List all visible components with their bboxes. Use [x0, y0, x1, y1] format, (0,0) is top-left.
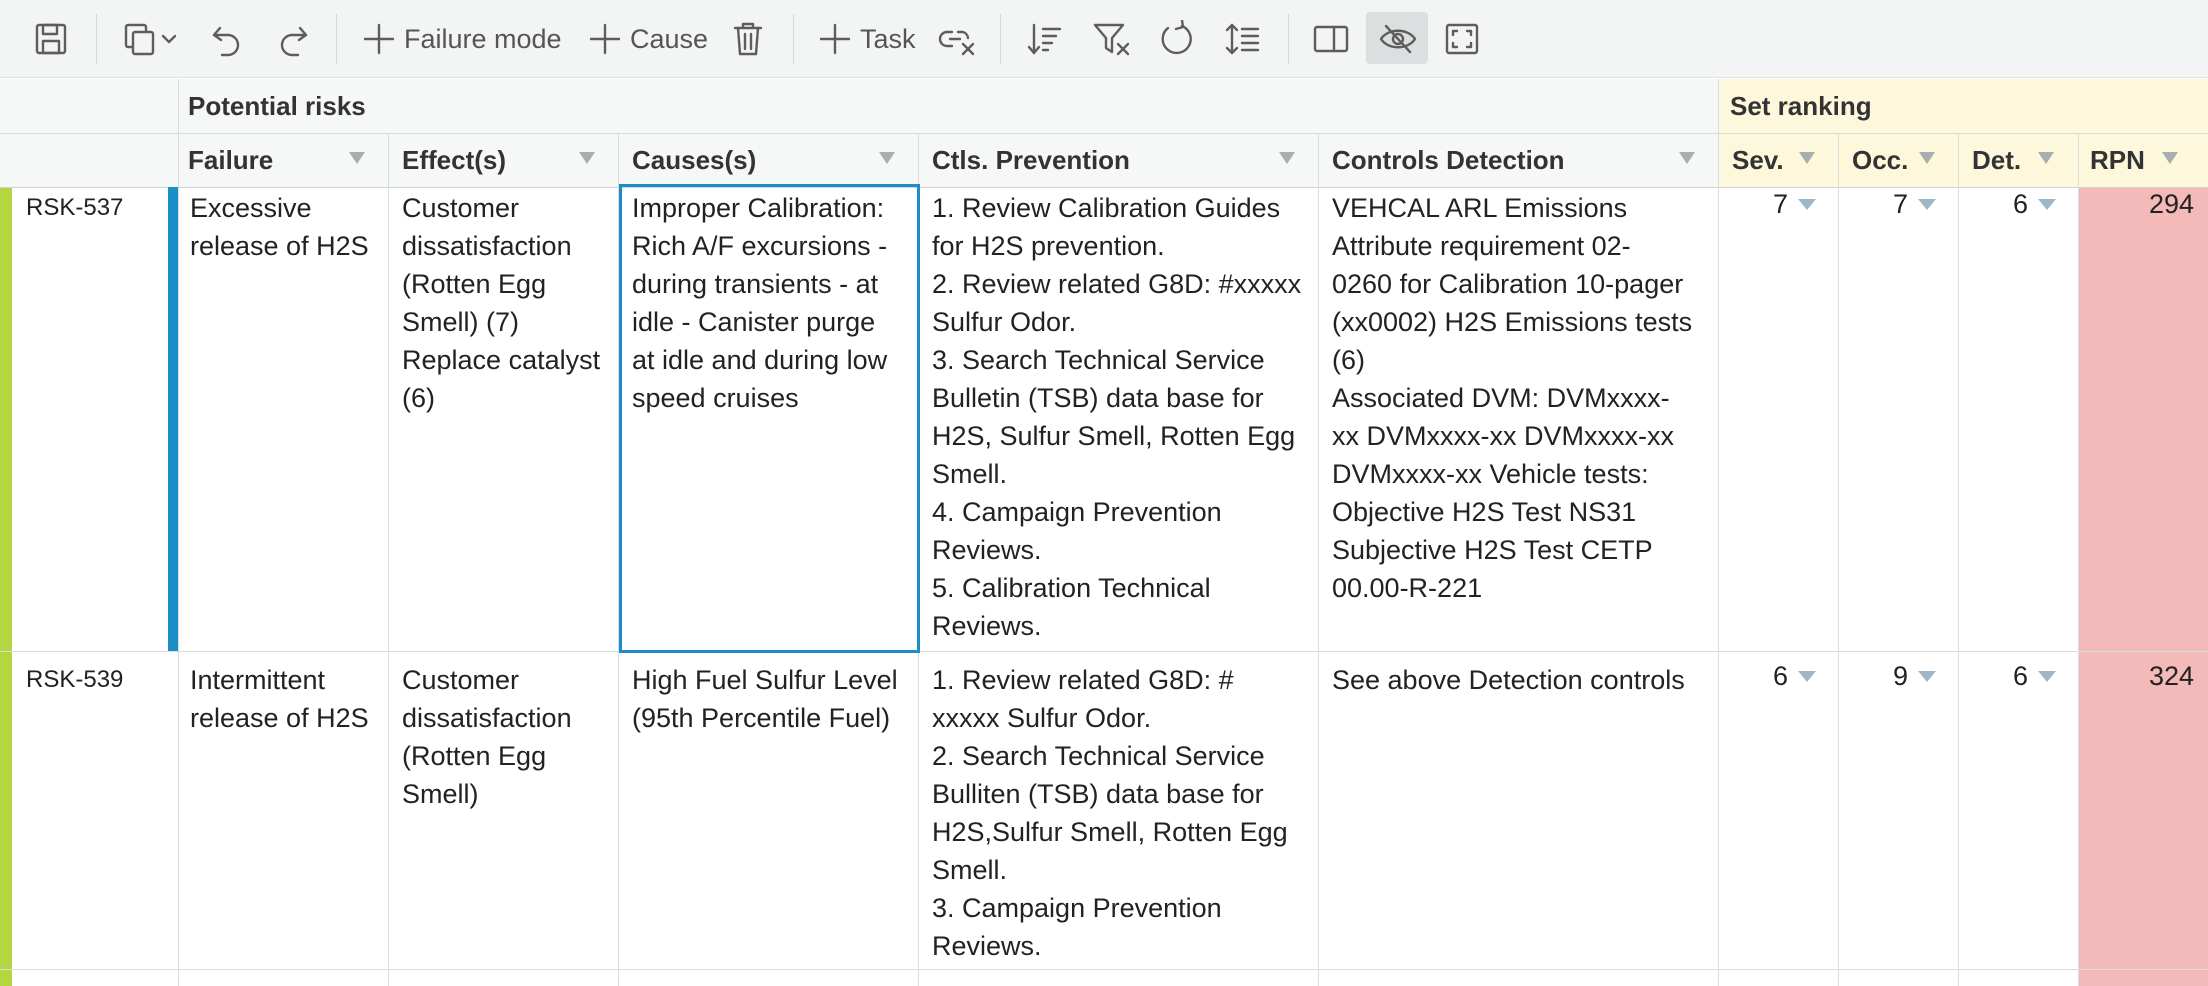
filter-icon[interactable] [1679, 152, 1695, 164]
save-icon [35, 23, 67, 55]
filter-icon[interactable] [879, 152, 895, 164]
save-button[interactable] [34, 0, 68, 78]
filter-icon[interactable] [1279, 152, 1295, 164]
add-failure-mode-label: Failure mode [404, 23, 562, 54]
refresh-icon [1161, 20, 1192, 55]
detection-cell[interactable]: VEHCAL ARL Emissions Attribute requireme… [1320, 189, 1718, 607]
sev-value[interactable]: 7 [1722, 189, 1788, 220]
columns-icon [1313, 25, 1349, 53]
add-task-label: Task [860, 23, 916, 54]
add-cause-label: Cause [630, 23, 709, 54]
group-header-potential-risks: Potential risks [188, 91, 366, 121]
effects-cell[interactable]: Customer dissatisfaction (Rotten Egg Sme… [390, 189, 618, 417]
sev-dropdown-icon[interactable] [1798, 671, 1816, 682]
refresh-button[interactable] [1158, 0, 1196, 78]
prevention-cell[interactable]: 1. Review related G8D: # xxxxx Sulfur Od… [920, 661, 1318, 965]
add-cause-button[interactable]: Cause [588, 0, 708, 78]
plus-icon [363, 23, 395, 55]
rpn-value: 324 [2148, 661, 2194, 691]
det-value[interactable]: 6 [1962, 661, 2028, 692]
det-dropdown-icon[interactable] [2038, 671, 2056, 682]
column-header-controls-detection[interactable]: Controls Detection [1322, 134, 1718, 187]
det-dropdown-icon[interactable] [2038, 199, 2056, 210]
plus-icon [589, 23, 621, 55]
failure-cell[interactable]: Intermittent release of H2S [178, 661, 388, 737]
rpn-value: 294 [2148, 189, 2194, 219]
occ-value[interactable]: 7 [1842, 189, 1908, 220]
effects-cell[interactable]: Customer dissatisfaction (Rotten Egg Sme… [390, 661, 618, 813]
eye-off-icon [1379, 24, 1417, 54]
delete-button[interactable] [732, 0, 764, 78]
sev-value[interactable]: 6 [1722, 661, 1788, 692]
redo-icon [280, 26, 308, 57]
rpn-column-highlight [2079, 187, 2208, 986]
add-failure-mode-button[interactable]: Failure mode [362, 0, 562, 78]
sort-button[interactable] [1026, 0, 1064, 78]
add-task-button[interactable]: Task [818, 0, 916, 78]
hide-show-button[interactable] [1378, 0, 1418, 78]
filter-icon[interactable] [2162, 152, 2178, 164]
copy-dropdown-button[interactable] [122, 0, 180, 78]
column-header-occ[interactable]: Occ. [1842, 134, 1958, 187]
row-id[interactable]: RSK-537 [0, 189, 176, 227]
column-header-causes[interactable]: Causes(s) [622, 134, 918, 187]
chevron-down-icon [161, 34, 177, 44]
det-value[interactable]: 6 [1962, 189, 2028, 220]
redo-button[interactable] [274, 0, 312, 78]
toolbar: Failure mode Cause Task [0, 0, 2208, 78]
failure-cell[interactable]: Excessive release of H2S [178, 189, 388, 265]
trash-icon [733, 22, 763, 56]
filter-icon[interactable] [1919, 152, 1935, 164]
line-height-icon [1225, 23, 1260, 55]
column-header-ctls-prevention[interactable]: Ctls. Prevention [922, 134, 1318, 187]
unlink-icon [938, 30, 975, 56]
occ-value[interactable]: 9 [1842, 661, 1908, 692]
row-id[interactable]: RSK-539 [0, 661, 176, 699]
undo-icon [212, 26, 240, 57]
fullscreen-button[interactable] [1444, 0, 1480, 78]
column-header-det[interactable]: Det. [1962, 134, 2076, 187]
unlink-button[interactable] [938, 0, 978, 78]
filter-clear-icon [1093, 23, 1130, 56]
occ-dropdown-icon[interactable] [1918, 671, 1936, 682]
undo-button[interactable] [208, 0, 246, 78]
row-height-button[interactable] [1224, 0, 1262, 78]
occ-dropdown-icon[interactable] [1918, 199, 1936, 210]
causes-cell[interactable]: Improper Calibration: Rich A/F excursion… [620, 189, 918, 417]
sev-dropdown-icon[interactable] [1798, 199, 1816, 210]
column-header-rpn[interactable]: RPN [2080, 134, 2208, 187]
causes-cell[interactable]: High Fuel Sulfur Level (95th Percentile … [620, 661, 918, 737]
plus-icon [819, 23, 851, 55]
row-status-indicator [0, 187, 12, 986]
selected-row-marker [168, 187, 178, 651]
column-header-sev[interactable]: Sev. [1722, 134, 1838, 187]
clear-filter-button[interactable] [1092, 0, 1132, 78]
filter-icon[interactable] [1799, 152, 1815, 164]
prevention-cell[interactable]: 1. Review Calibration Guides for H2S pre… [920, 189, 1318, 645]
filter-icon[interactable] [2038, 152, 2054, 164]
filter-icon[interactable] [579, 152, 595, 164]
detection-cell[interactable]: See above Detection controls [1320, 661, 1718, 699]
split-view-button[interactable] [1312, 0, 1350, 78]
filter-icon[interactable] [349, 152, 365, 164]
copy-icon [124, 23, 155, 56]
group-header-set-ranking: Set ranking [1730, 91, 1872, 121]
sort-icon [1027, 23, 1062, 55]
fullscreen-icon [1445, 23, 1479, 55]
